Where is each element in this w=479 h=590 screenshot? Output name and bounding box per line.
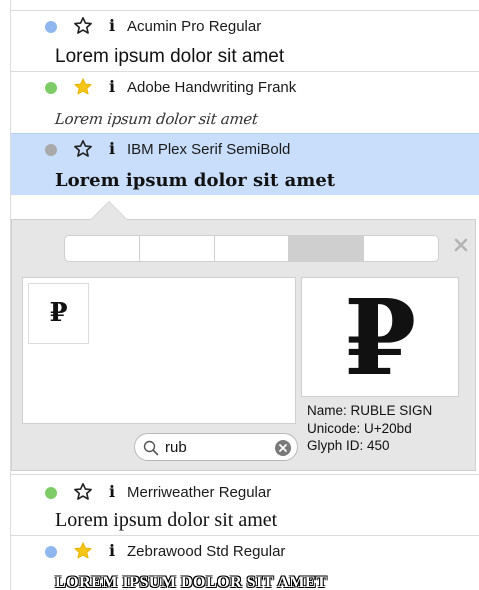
font-name: Merriweather Regular — [127, 484, 272, 501]
star-filled-icon[interactable] — [73, 77, 93, 97]
clear-search-icon[interactable] — [274, 439, 292, 457]
font-row-header: i Acumin Pro Regular — [11, 11, 479, 41]
font-sample: Lorem ipsum dolor sit amet — [55, 170, 336, 191]
star-filled-icon[interactable] — [73, 541, 93, 561]
segment-1[interactable] — [65, 236, 140, 261]
star-outline-icon[interactable] — [73, 139, 93, 159]
font-name: IBM Plex Serif SemiBold — [127, 141, 291, 158]
glyph-info: Name: RUBLE SIGN Unicode: U+20bd Glyph I… — [307, 402, 432, 455]
info-icon[interactable]: i — [107, 78, 117, 96]
font-sample: Lorem ipsum dolor sit amet — [54, 110, 259, 128]
activation-status-icon[interactable] — [45, 144, 57, 156]
font-row[interactable]: i Zebrawood Std Regular LOREM IPSUM DOLO… — [11, 535, 479, 590]
activation-status-icon[interactable] — [45, 487, 57, 499]
activation-status-icon[interactable] — [45, 21, 57, 33]
star-outline-icon[interactable] — [73, 482, 93, 502]
popover-arrow — [90, 201, 128, 220]
close-icon[interactable] — [452, 236, 470, 254]
segment-4[interactable] — [289, 236, 365, 261]
glyph-popover: ₽ ₽ Name: RUBLE SIGN Unicode: U+20bd Gly… — [11, 201, 476, 471]
glyph-grid: ₽ — [22, 277, 296, 424]
glyph-preview: ₽ — [301, 277, 459, 397]
glyph-cell[interactable]: ₽ — [28, 283, 89, 344]
glyph-search-field[interactable]: rub — [134, 433, 298, 461]
font-name: Adobe Handwriting Frank — [127, 79, 297, 96]
star-outline-icon[interactable] — [73, 16, 93, 36]
font-sample: Lorem ipsum dolor sit amet — [55, 46, 285, 67]
info-icon[interactable]: i — [107, 17, 117, 35]
segment-2[interactable] — [140, 236, 215, 261]
segment-5[interactable] — [364, 236, 438, 261]
activation-status-icon[interactable] — [45, 546, 57, 558]
font-row-header: i IBM Plex Serif SemiBold — [11, 134, 479, 164]
font-row-header: i Zebrawood Std Regular — [11, 536, 479, 566]
glyph-name: Name: RUBLE SIGN — [307, 403, 433, 418]
font-name: Acumin Pro Regular — [127, 18, 262, 35]
search-input[interactable]: rub — [165, 439, 187, 457]
font-row[interactable]: i Acumin Pro Regular Lorem ipsum dolor s… — [11, 10, 479, 72]
font-sample: Lorem ipsum dolor sit amet — [55, 509, 278, 531]
font-row[interactable]: i Adobe Handwriting Frank Lorem ipsum do… — [11, 71, 479, 133]
search-icon — [143, 440, 159, 456]
font-row-header: i Adobe Handwriting Frank — [11, 72, 479, 102]
font-row-header: i Merriweather Regular — [11, 477, 479, 507]
activation-status-icon[interactable] — [45, 82, 57, 94]
glyph-unicode: Unicode: U+20bd — [307, 420, 412, 436]
font-name: Zebrawood Std Regular — [127, 543, 286, 560]
info-icon[interactable]: i — [107, 140, 117, 158]
glyph-id: Glyph ID: 450 — [307, 438, 390, 453]
view-segmented-control — [64, 235, 439, 262]
info-icon[interactable]: i — [107, 542, 117, 560]
font-row[interactable]: i Merriweather Regular Lorem ipsum dolor… — [11, 474, 479, 536]
font-sample: LOREM IPSUM DOLOR SIT AMET — [55, 574, 328, 590]
info-icon[interactable]: i — [107, 483, 117, 501]
font-row-selected[interactable]: i IBM Plex Serif SemiBold Lorem ipsum do… — [11, 133, 479, 195]
segment-3[interactable] — [215, 236, 290, 261]
